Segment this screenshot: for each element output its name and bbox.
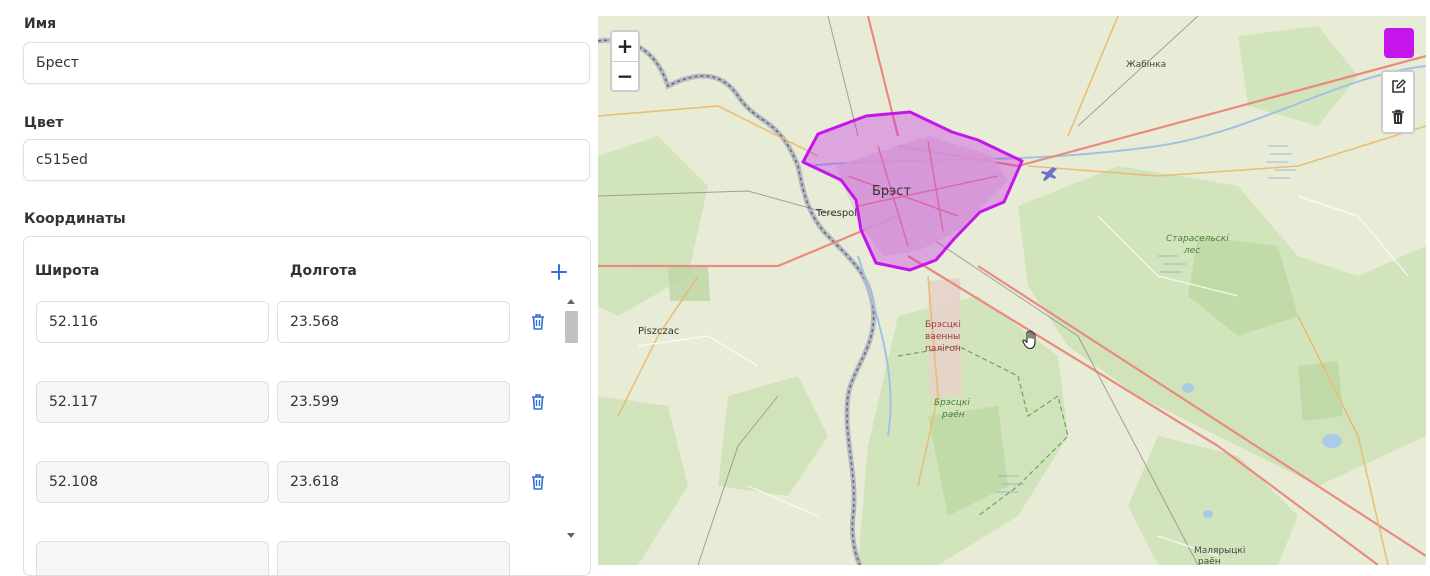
coordinate-rows: 52.116 23.568 52.117 23.599 52.108 23.61… (24, 237, 590, 575)
bottom-district-label-1: Малярыцкі (1194, 546, 1246, 556)
coordinate-row: 52.108 23.618 (24, 461, 564, 503)
draw-toolbar (1381, 70, 1415, 134)
hand-cursor-icon (1022, 330, 1036, 350)
trash-icon[interactable] (528, 312, 548, 332)
latitude-input[interactable] (36, 541, 269, 575)
coordinates-scrollbar[interactable] (564, 295, 578, 545)
trash-icon[interactable] (528, 472, 548, 492)
color-input[interactable]: c515ed (23, 139, 590, 181)
range-label-2: ваенны (925, 332, 961, 342)
latitude-input[interactable]: 52.116 (36, 301, 269, 343)
terespol-label: Terespol (816, 208, 858, 219)
zhabinka-label: Жабінка (1126, 60, 1167, 70)
latitude-input[interactable]: 52.108 (36, 461, 269, 503)
zoom-control: + − (610, 30, 640, 92)
polygon-form: Имя Брест Цвет c515ed Координаты Широта … (0, 0, 598, 576)
zoom-out-button[interactable]: − (612, 62, 638, 91)
map-tiles (598, 16, 1426, 565)
longitude-input[interactable] (277, 541, 510, 575)
range-label-1: Брэсцкі (925, 320, 961, 330)
name-input[interactable]: Брест (23, 42, 590, 84)
forest-label-1: Старасельскі (1166, 234, 1229, 244)
color-swatch-button[interactable] (1384, 28, 1414, 58)
map[interactable]: Брэст Terespol Жабінка Piszczac Старасел… (598, 16, 1426, 565)
scroll-down-arrow-icon[interactable] (567, 533, 575, 538)
coordinate-row: 52.116 23.568 (24, 301, 564, 343)
trash-icon[interactable] (1389, 108, 1407, 126)
range-label-3: палігон (925, 344, 961, 354)
city-label: Брэст (872, 184, 912, 199)
trash-icon[interactable] (528, 392, 548, 412)
forest-label-2: лес (1184, 246, 1201, 256)
longitude-input[interactable]: 23.568 (277, 301, 510, 343)
coordinate-row: 52.117 23.599 (24, 381, 564, 423)
coordinates-label: Координаты (24, 211, 126, 227)
longitude-input[interactable]: 23.599 (277, 381, 510, 423)
latitude-input[interactable]: 52.117 (36, 381, 269, 423)
scroll-thumb[interactable] (565, 311, 578, 343)
longitude-input[interactable]: 23.618 (277, 461, 510, 503)
coordinate-row (24, 541, 564, 575)
zoom-in-button[interactable]: + (612, 32, 638, 62)
bottom-district-label-2: раён (1198, 557, 1221, 565)
scroll-up-arrow-icon[interactable] (567, 299, 575, 304)
edit-icon[interactable] (1389, 78, 1407, 96)
piszczac-label: Piszczac (638, 326, 680, 337)
district-label-2: раён (942, 410, 965, 420)
coordinates-table: Широта Долгота 52.116 23.568 52.117 23.5… (23, 236, 591, 576)
district-label-1: Брэсцкі (934, 398, 970, 408)
name-label: Имя (24, 16, 57, 32)
color-label: Цвет (24, 115, 64, 131)
